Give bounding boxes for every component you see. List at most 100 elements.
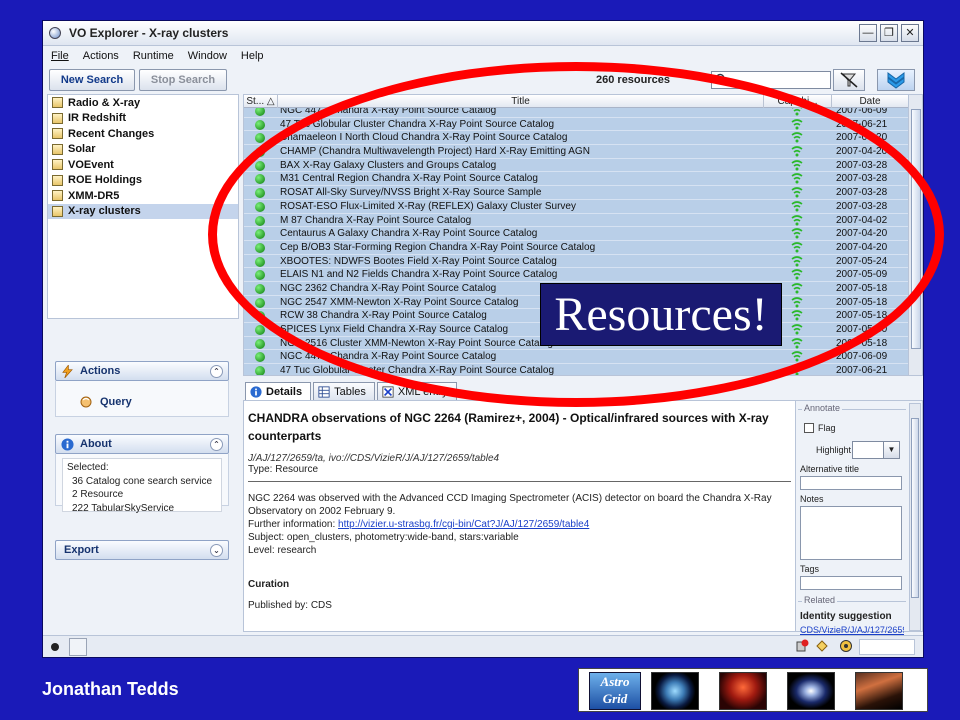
filter-off-icon: [840, 72, 858, 88]
xml-icon: [382, 385, 394, 398]
table-row[interactable]: Cep B/OB3 Star-Forming Region Chandra X-…: [244, 240, 909, 255]
column-status[interactable]: St... △: [244, 95, 278, 108]
resource-description: NGC 2264 was observed with the Advanced …: [248, 493, 772, 556]
status-dot-icon: [255, 201, 265, 212]
info-icon: [61, 437, 74, 451]
app-icon: [49, 27, 61, 39]
status-dot-icon: [255, 133, 265, 144]
tab-xml-entry[interactable]: XML entry: [376, 382, 457, 400]
table-row[interactable]: NGC 4472 Chandra X-Ray Point Source Cata…: [244, 350, 909, 365]
status-dot-icon: [255, 119, 265, 130]
alt-title-input[interactable]: [800, 476, 902, 490]
about-panel-header[interactable]: About ⌃: [55, 434, 229, 454]
tab-details[interactable]: Details: [245, 382, 312, 400]
close-icon[interactable]: ✕: [901, 24, 919, 42]
flag-checkbox[interactable]: [804, 423, 814, 433]
tab-tables[interactable]: Tables: [313, 382, 375, 400]
new-search-button[interactable]: New Search: [49, 69, 135, 91]
list-item-recent-changes[interactable]: Recent Changes: [48, 126, 238, 142]
status-dot-icon: [255, 174, 265, 185]
table-row[interactable]: XBOOTES: NDWFS Bootes Field X-Ray Point …: [244, 254, 909, 269]
table-row[interactable]: M 87 Chandra X-Ray Point Source Catalog 2…: [244, 213, 909, 228]
signal-icon: [791, 146, 803, 157]
status-indicator-icon: [51, 643, 59, 651]
collapse-icon[interactable]: ⌃: [210, 438, 223, 451]
identity-suggestion-heading: Identity suggestion: [800, 611, 892, 622]
stop-search-button[interactable]: Stop Search: [139, 69, 227, 91]
signal-icon: [791, 283, 803, 294]
vo-explorer-window: VO Explorer - X-ray clusters — ❐ ✕ File …: [42, 20, 924, 658]
query-action[interactable]: Query: [80, 395, 132, 409]
plugin-icon[interactable]: [815, 639, 829, 653]
table-row[interactable]: BAX X-Ray Galaxy Clusters and Groups Cat…: [244, 158, 909, 173]
row-date: 2007-04-20: [836, 241, 888, 253]
table-header: St... △ Title Capabi... Date: [244, 95, 909, 108]
table-row[interactable]: 47 Tuc Globular Cluster Chandra X-Ray Po…: [244, 117, 909, 132]
list-item-radio-xray[interactable]: Radio & X-ray: [48, 95, 238, 111]
table-row[interactable]: Centaurus A Galaxy Chandra X-Ray Point S…: [244, 227, 909, 241]
signal-icon: [791, 159, 803, 171]
status-dot-icon: [255, 297, 265, 308]
signal-icon: [791, 296, 803, 308]
list-item-solar[interactable]: Solar: [48, 142, 238, 158]
table-scrollbar[interactable]: [908, 95, 922, 375]
divider: [248, 481, 791, 482]
clear-filter-button[interactable]: [833, 69, 865, 91]
column-capability[interactable]: Capabi...: [764, 95, 832, 108]
row-date: 2007-05-18: [836, 310, 888, 322]
table-row[interactable]: ELAIS N1 and N2 Fields Chandra X-Ray Poi…: [244, 268, 909, 282]
menu-window[interactable]: Window: [188, 50, 227, 62]
notes-input[interactable]: [800, 506, 902, 560]
status-dot-icon: [255, 270, 265, 281]
annotate-scrollbar[interactable]: [909, 403, 921, 631]
menu-file[interactable]: File: [51, 50, 69, 62]
task-button[interactable]: [69, 638, 87, 656]
status-dot-icon: [255, 338, 265, 349]
row-date: 2007-03-28: [836, 173, 888, 185]
annotate-scroll-thumb[interactable]: [911, 418, 919, 598]
tags-input[interactable]: [800, 576, 902, 590]
search-input[interactable]: [711, 71, 831, 89]
maximize-icon[interactable]: ❐: [880, 24, 898, 42]
table-row[interactable]: CHAMP (Chandra Multiwavelength Project) …: [244, 145, 909, 159]
identity-suggestion-link[interactable]: CDS/VizieR/J/AJ/127/2659: [800, 625, 904, 635]
column-date[interactable]: Date: [832, 95, 909, 108]
notes-label: Notes: [800, 494, 824, 504]
menu-actions[interactable]: Actions: [83, 50, 119, 62]
list-item-xmm-dr5[interactable]: XMM-DR5: [48, 188, 238, 204]
table-row[interactable]: 47 Tuc Globular Cluster Chandra X-Ray Po…: [244, 364, 909, 375]
double-chevron-down-icon: [887, 72, 905, 89]
network-error-icon[interactable]: [795, 639, 809, 653]
row-title: BAX X-Ray Galaxy Clusters and Groups Cat…: [280, 159, 497, 171]
actions-panel-header[interactable]: Actions ⌃: [55, 361, 229, 381]
export-panel-header[interactable]: Export ⌄: [55, 540, 229, 560]
table-row[interactable]: M31 Central Region Chandra X-Ray Point S…: [244, 172, 909, 187]
astrogrid-logo: Astro Grid: [589, 672, 641, 710]
resource-details: CHANDRA observations of NGC 2264 (Ramire…: [243, 400, 796, 632]
system-icon[interactable]: [839, 639, 853, 653]
published-by: Published by: CDS: [248, 600, 332, 611]
collapse-icon[interactable]: ⌃: [210, 365, 223, 378]
row-title: XBOOTES: NDWFS Bootes Field X-Ray Point …: [280, 255, 557, 267]
highlight-select[interactable]: ▼: [852, 441, 900, 459]
minimize-icon[interactable]: —: [859, 24, 877, 42]
list-item-ir-redshift[interactable]: IR Redshift: [48, 111, 238, 127]
column-title[interactable]: Title: [278, 95, 764, 108]
list-item-roe-holdings[interactable]: ROE Holdings: [48, 173, 238, 189]
chevron-down-icon[interactable]: ▼: [883, 442, 899, 458]
horsehead-image: [855, 672, 903, 710]
list-item-voevent[interactable]: VOEvent: [48, 157, 238, 173]
about-panel: Selected: 36 Catalog cone search service…: [55, 454, 229, 514]
list-item-xray-clusters[interactable]: X-ray clusters: [48, 203, 238, 219]
row-date: 2007-04-20: [836, 228, 888, 240]
further-info-link[interactable]: http://vizier.u-strasbg.fr/cgi-bin/Cat?J…: [338, 519, 589, 530]
menu-help[interactable]: Help: [241, 50, 264, 62]
table-row[interactable]: ROSAT-ESO Flux-Limited X-Ray (REFLEX) Ga…: [244, 199, 909, 214]
expand-button[interactable]: [877, 69, 915, 91]
table-row[interactable]: Chamaeleon I North Cloud Chandra X-Ray P…: [244, 131, 909, 146]
title-bar[interactable]: VO Explorer - X-ray clusters — ❐ ✕: [43, 21, 923, 46]
table-row[interactable]: ROSAT All-Sky Survey/NVSS Bright X-Ray S…: [244, 186, 909, 200]
menu-runtime[interactable]: Runtime: [133, 50, 174, 62]
table-scroll-thumb[interactable]: [911, 109, 921, 349]
expand-icon[interactable]: ⌄: [210, 544, 223, 557]
